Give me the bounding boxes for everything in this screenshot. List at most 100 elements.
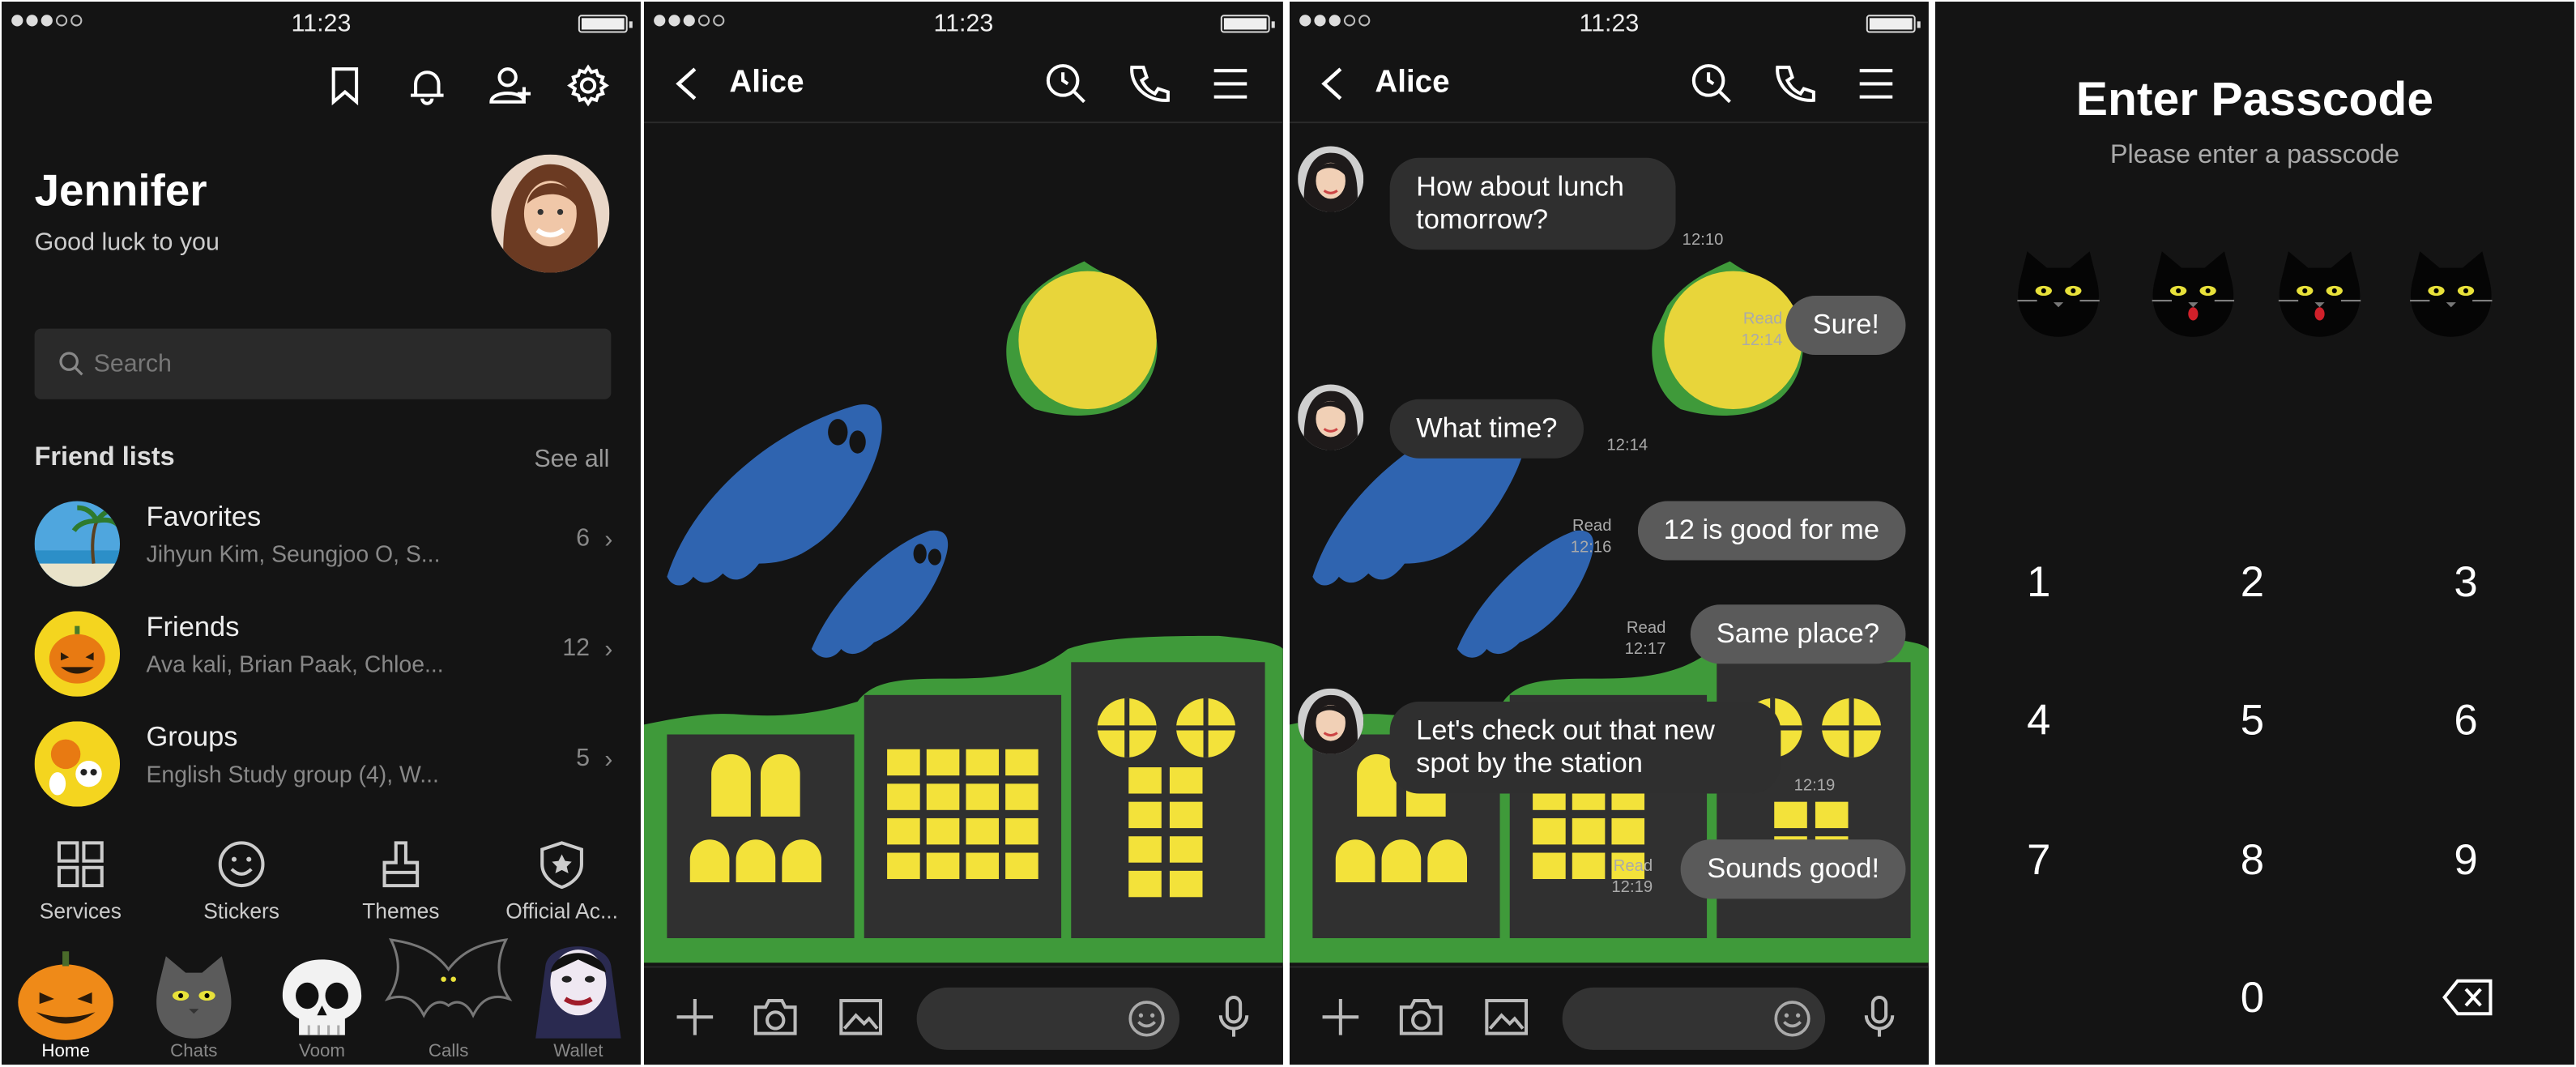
keypad-key-5[interactable]: 5 xyxy=(2203,695,2302,746)
contact-avatar[interactable] xyxy=(1298,146,1364,212)
microphone-icon[interactable] xyxy=(1862,994,1898,1040)
menu-icon[interactable] xyxy=(1211,66,1251,102)
list-members: Jihyun Kim, Seungjoo O, S... xyxy=(146,540,441,567)
tab-calls[interactable]: Calls xyxy=(384,930,513,1062)
message-bubble-incoming[interactable]: Let's check out that new spot by the sta… xyxy=(1389,701,1781,794)
contact-avatar[interactable] xyxy=(1298,688,1364,754)
pumpkin-icon xyxy=(18,951,113,1040)
services-label: Services xyxy=(39,898,122,924)
keypad-key-7[interactable]: 7 xyxy=(1990,834,2088,886)
see-all-link[interactable]: See all xyxy=(534,446,609,473)
services-button[interactable]: Services xyxy=(15,839,146,924)
back-chevron-icon[interactable] xyxy=(673,66,699,102)
chevron-right-icon: › xyxy=(604,525,613,554)
list-item-groups[interactable]: Groups English Study group (4), W... 5 › xyxy=(34,721,613,820)
chat-room-conversation: 11:23 Alice How about lunch tomorrow? 12… xyxy=(1289,2,1929,1065)
add-friend-icon[interactable] xyxy=(488,64,534,107)
list-title: Groups xyxy=(146,721,238,753)
official-accounts-button[interactable]: Official Ac... xyxy=(496,839,627,924)
favorites-thumbnail xyxy=(34,501,121,587)
search-input[interactable]: Search xyxy=(34,328,612,399)
keypad-key-9[interactable]: 9 xyxy=(2416,834,2515,886)
image-icon[interactable] xyxy=(1483,996,1529,1039)
status-time: 11:23 xyxy=(1579,10,1640,38)
cat-passcode-dot-icon xyxy=(2152,251,2235,337)
list-members: English Study group (4), W... xyxy=(146,760,439,787)
menu-icon[interactable] xyxy=(1857,66,1896,102)
keypad-key-0[interactable]: 0 xyxy=(2203,973,2302,1024)
groups-thumbnail xyxy=(34,721,121,807)
back-chevron-icon[interactable] xyxy=(1319,66,1345,102)
stickers-button[interactable]: Stickers xyxy=(176,839,307,924)
shield-star-icon xyxy=(540,841,583,890)
list-item-friends[interactable]: Friends Ava kali, Brian Paak, Chloe... 1… xyxy=(34,611,613,710)
message-read-receipt: Read 12:17 xyxy=(1624,619,1666,659)
brush-icon xyxy=(382,841,420,888)
chat-title[interactable]: Alice xyxy=(729,66,804,102)
tab-label: Calls xyxy=(428,1041,469,1062)
message-input[interactable] xyxy=(916,987,1180,1050)
battery-icon xyxy=(1220,15,1275,33)
list-title: Favorites xyxy=(146,501,262,533)
phone-icon[interactable] xyxy=(1772,62,1815,105)
plus-icon[interactable] xyxy=(1319,996,1362,1039)
message-bubble-outgoing[interactable]: Sure! xyxy=(1786,296,1906,356)
message-bubble-incoming[interactable]: What time? xyxy=(1389,399,1584,459)
message-time: 12:14 xyxy=(1606,437,1648,455)
tab-chats[interactable]: Chats xyxy=(136,950,251,1061)
themes-button[interactable]: Themes xyxy=(335,839,467,924)
bookmark-icon[interactable] xyxy=(324,64,367,107)
search-history-icon[interactable] xyxy=(1691,62,1734,105)
list-item-favorites[interactable]: Favorites Jihyun Kim, Seungjoo O, S... 6… xyxy=(34,501,613,600)
keypad-key-4[interactable]: 4 xyxy=(1990,695,2088,746)
microphone-icon[interactable] xyxy=(1216,994,1252,1040)
keypad-key-2[interactable]: 2 xyxy=(2203,557,2302,608)
chat-title[interactable]: Alice xyxy=(1375,66,1449,102)
chevron-right-icon: › xyxy=(604,745,613,775)
tab-wallet[interactable]: Wallet xyxy=(521,930,636,1061)
keypad-key-1[interactable]: 1 xyxy=(1990,557,2088,608)
message-bubble-outgoing[interactable]: 12 is good for me xyxy=(1637,501,1906,561)
cat-icon xyxy=(156,956,232,1039)
emoji-icon[interactable] xyxy=(1772,999,1812,1039)
chevron-right-icon: › xyxy=(604,635,613,664)
message-bubble-outgoing[interactable]: Sounds good! xyxy=(1680,839,1906,899)
keypad-key-8[interactable]: 8 xyxy=(2203,834,2302,886)
list-count: 6 xyxy=(576,523,591,553)
image-icon[interactable] xyxy=(838,996,884,1039)
tab-label: Home xyxy=(41,1041,90,1062)
cat-passcode-dot-icon xyxy=(2278,251,2361,337)
skull-icon xyxy=(282,959,362,1035)
contact-avatar[interactable] xyxy=(1298,384,1364,450)
passcode-subtitle: Please enter a passcode xyxy=(2109,141,2400,169)
message-bubble-incoming[interactable]: How about lunch tomorrow? xyxy=(1389,157,1676,250)
smiley-icon xyxy=(218,841,265,888)
profile-name[interactable]: Jennifer xyxy=(35,166,207,217)
stickers-label: Stickers xyxy=(203,898,279,924)
phone-icon[interactable] xyxy=(1127,62,1170,105)
search-icon xyxy=(59,352,83,376)
official-accounts-label: Official Ac... xyxy=(505,898,618,924)
emoji-icon[interactable] xyxy=(1127,999,1166,1039)
bell-icon[interactable] xyxy=(406,64,449,107)
plus-icon[interactable] xyxy=(673,996,716,1039)
tab-home[interactable]: Home xyxy=(8,950,123,1061)
search-history-icon[interactable] xyxy=(1045,62,1088,105)
profile-avatar[interactable] xyxy=(491,154,610,273)
keypad-key-3[interactable]: 3 xyxy=(2416,557,2515,608)
message-bubble-outgoing[interactable]: Same place? xyxy=(1690,604,1906,664)
settings-gear-icon[interactable] xyxy=(567,64,610,107)
themes-label: Themes xyxy=(362,898,440,924)
message-input[interactable] xyxy=(1562,987,1826,1050)
friend-lists-title: Friend lists xyxy=(34,443,175,472)
camera-icon[interactable] xyxy=(1398,996,1444,1039)
search-placeholder: Search xyxy=(93,349,172,378)
chat-room-empty: 11:23 Alice xyxy=(643,2,1283,1065)
cat-passcode-dot-icon xyxy=(2410,251,2493,337)
camera-icon[interactable] xyxy=(753,996,799,1039)
backspace-icon[interactable] xyxy=(2442,978,2494,1018)
chat-input-bar xyxy=(643,966,1283,1065)
grid-icon xyxy=(57,841,104,888)
keypad-key-6[interactable]: 6 xyxy=(2416,695,2515,746)
tab-voom[interactable]: Voom xyxy=(265,950,380,1061)
